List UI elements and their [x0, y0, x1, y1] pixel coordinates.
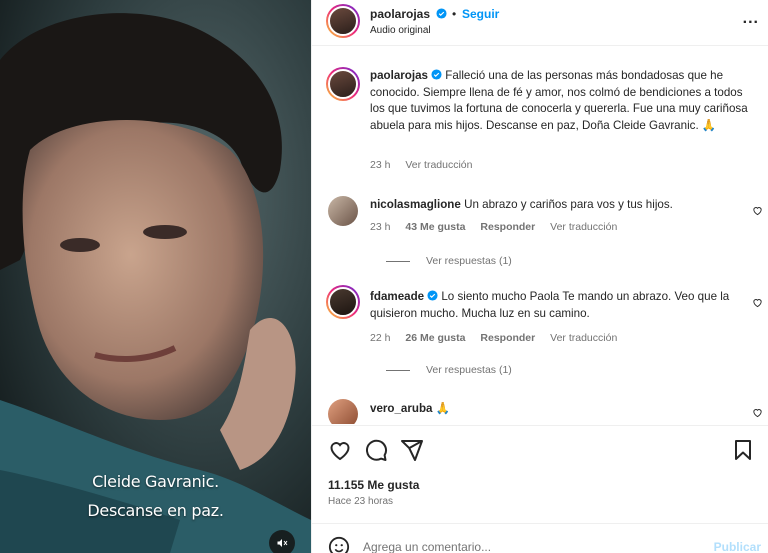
likes-count[interactable]: 11.155 Me gusta — [328, 478, 419, 492]
post-panel: paolarojas • Seguir Audio original ... p… — [311, 0, 768, 553]
portrait-photo — [0, 0, 311, 553]
comment-avatar[interactable] — [328, 196, 358, 226]
author-username[interactable]: paolarojas — [370, 7, 447, 21]
comment-bar: Publicar — [312, 523, 768, 553]
comment-icon[interactable] — [364, 438, 388, 462]
replies-line — [386, 369, 410, 371]
overlay-caption-line2: Descanse en paz. — [87, 501, 224, 520]
publish-button[interactable]: Publicar — [714, 540, 761, 553]
more-options-button[interactable]: ... — [743, 10, 759, 28]
comment-avatar[interactable] — [326, 285, 360, 319]
post-media[interactable]: Cleide Gavranic. Descanse en paz. — [0, 0, 311, 553]
author-username-text[interactable]: paolarojas — [370, 7, 430, 21]
view-replies-label[interactable]: Ver respuestas (1) — [426, 364, 512, 376]
verified-badge-icon — [427, 290, 438, 301]
emoji-icon[interactable] — [328, 536, 350, 553]
comment-item: fdameade Lo siento mucho Paola Te mando … — [370, 289, 740, 322]
comment-likes[interactable]: 26 Me gusta — [405, 332, 465, 344]
author-avatar[interactable] — [326, 4, 360, 38]
replies-line — [386, 260, 410, 262]
comment-avatar[interactable] — [328, 399, 358, 424]
comment-username[interactable]: fdameade — [370, 290, 424, 303]
share-icon[interactable] — [400, 438, 424, 462]
comment-meta: 23 h 43 Me gusta Responder Ver traducció… — [370, 221, 629, 233]
verified-badge-icon — [431, 69, 442, 80]
comment-username[interactable]: nicolasmaglione — [370, 198, 461, 211]
comments-section: paolarojas Falleció una de las personas … — [312, 47, 768, 424]
caption-translate-link[interactable]: Ver traducción — [405, 159, 472, 171]
comment-likes[interactable]: 43 Me gusta — [405, 221, 465, 233]
overlay-caption-line1: Cleide Gavranic. — [92, 472, 219, 491]
comment-translate-link[interactable]: Ver traducción — [550, 221, 617, 233]
follow-button[interactable]: Seguir — [462, 7, 499, 21]
comment-time[interactable]: 23 h — [370, 221, 390, 233]
verified-badge-icon — [436, 8, 447, 19]
post-timestamp[interactable]: Hace 23 horas — [328, 496, 393, 507]
post-caption: paolarojas Falleció una de las personas … — [370, 68, 750, 134]
caption-meta: 23 h Ver traducción — [370, 159, 484, 171]
comment-reply-button[interactable]: Responder — [480, 332, 535, 344]
caption-username[interactable]: paolarojas — [370, 69, 428, 82]
heart-icon[interactable] — [328, 438, 352, 462]
bookmark-icon[interactable] — [731, 438, 755, 462]
comment-like-icon[interactable] — [752, 297, 763, 308]
instagram-post-modal: Cleide Gavranic. Descanse en paz. paolar… — [0, 0, 768, 553]
audio-label[interactable]: Audio original — [370, 25, 431, 36]
view-replies-button[interactable]: Ver respuestas (1) — [386, 364, 512, 376]
caption-avatar[interactable] — [326, 67, 360, 101]
comment-item: nicolasmaglione Un abrazo y cariños para… — [370, 197, 740, 214]
comment-input[interactable] — [363, 540, 663, 553]
comment-translate-link[interactable]: Ver traducción — [550, 332, 617, 344]
comment-username[interactable]: vero_aruba — [370, 402, 433, 415]
action-bar: 11.155 Me gusta Hace 23 horas — [312, 425, 768, 523]
comment-like-icon[interactable] — [752, 407, 763, 418]
caption-time[interactable]: 23 h — [370, 159, 390, 171]
comment-time[interactable]: 22 h — [370, 332, 390, 344]
comment-text: 🙏 — [435, 402, 451, 415]
comment-item: vero_aruba 🙏 — [370, 401, 740, 418]
comment-reply-button[interactable]: Responder — [480, 221, 535, 233]
speaker-muted-icon — [277, 539, 288, 547]
view-replies-button[interactable]: Ver respuestas (1) — [386, 255, 512, 267]
comment-text: Un abrazo y cariños para vos y tus hijos… — [464, 198, 673, 211]
comment-meta: 22 h 26 Me gusta Responder Ver traducció… — [370, 332, 629, 344]
mute-button[interactable] — [269, 530, 295, 553]
comment-like-icon[interactable] — [752, 205, 763, 216]
view-replies-label[interactable]: Ver respuestas (1) — [426, 255, 512, 267]
separator-dot: • — [452, 7, 457, 21]
post-header: paolarojas • Seguir Audio original ... — [312, 0, 768, 46]
